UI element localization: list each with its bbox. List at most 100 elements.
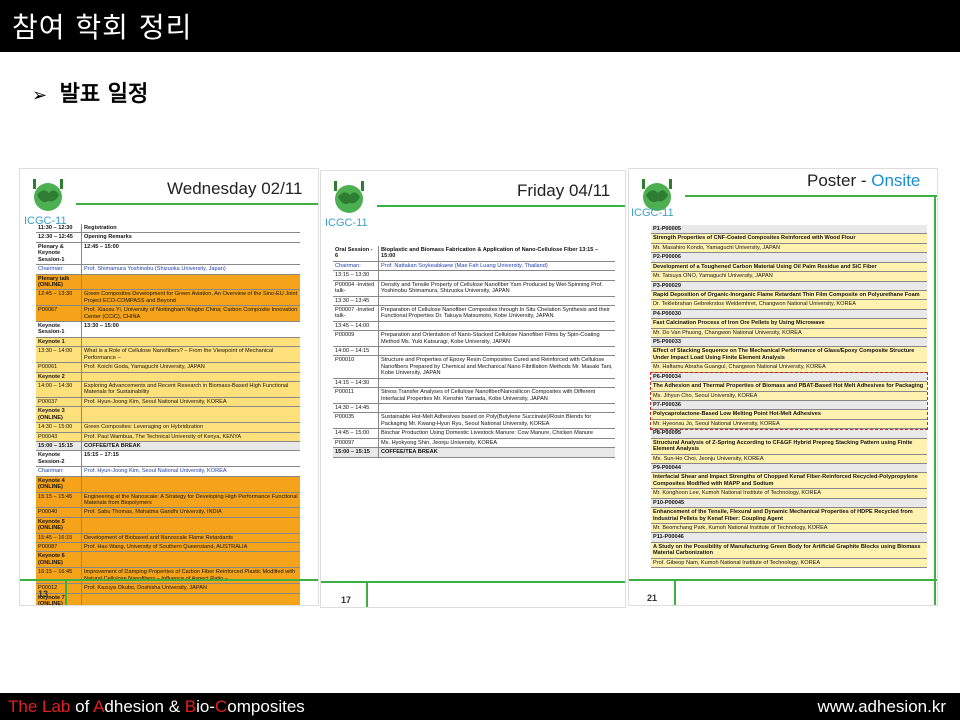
- schedule-row: 13:45 – 14:00: [333, 321, 615, 332]
- schedule-cell-time: Oral Session - 6: [333, 246, 379, 261]
- schedule-row: P00004 -Invited talk- Density and Tensile…: [333, 280, 615, 297]
- schedule-cell-time: P00011: [333, 388, 379, 404]
- schedule-row: Chairman: Prof. Hyun-Joong Kim, Seoul Nat…: [36, 467, 300, 477]
- schedule-row: P00009 Preparation and Orientation of Nan…: [333, 331, 615, 348]
- schedule-cell-content: 13:30 – 15:00: [84, 323, 119, 330]
- schedule-row: 14:15 – 14:30: [333, 378, 615, 389]
- schedule-panel-friday: ICGC-11 Friday 04/11 Oral Session - 6 Bio…: [320, 170, 626, 608]
- schedule-cell-time: Plenary talk (ONLINE): [36, 274, 82, 290]
- schedule-cell-content: [82, 373, 300, 381]
- poster-author: Prof. Gibeop Nam, Kumoh National Institu…: [651, 558, 927, 569]
- poster-id: P3-P00029: [651, 281, 927, 291]
- schedule-cell-content: Engineering at the Nanoscale: A Strategy…: [84, 493, 298, 506]
- schedule-cell-content: [82, 275, 300, 290]
- schedule-row: 16:15 – 16:45 Improvement of Damping Prop…: [36, 568, 300, 585]
- schedule-cell-content: Preparation and Orientation of Nano-Stac…: [381, 332, 600, 345]
- schedule-cell-time: Keynote 4 (ONLINE): [36, 476, 82, 492]
- schedule-cell-content: [379, 322, 615, 330]
- schedule-cell-content: Prof. Hyun-Joong Kim, Seoul National Uni…: [84, 398, 227, 405]
- schedule-cell-time: Keynote 6 (ONLINE): [36, 552, 82, 568]
- lab-name-part: omposites: [227, 697, 305, 716]
- schedule-cell-time: Keynote Session-1: [36, 322, 82, 337]
- schedule-row: Keynote Session-2 15:15 – 17:15: [36, 451, 300, 468]
- schedule-row: 15:00 – 15:15 COFFEE/TEA BREAK: [36, 441, 300, 452]
- schedule-cell-content: Structure and Properties of Epoxy Resin …: [381, 357, 613, 377]
- schedule-cell-time: Chairman:: [333, 261, 379, 271]
- section-heading-text: 발표 일정: [59, 82, 149, 107]
- schedule-row: 14:45 – 15:00 Biochar Production Using Do…: [333, 429, 615, 439]
- schedule-cell-time: Chairman:: [36, 467, 82, 476]
- schedule-cell-content: What is a Role of Cellulose Nanofibers? …: [84, 348, 274, 361]
- lab-name-part: of: [70, 697, 94, 716]
- poster-title: Enhancement of the Tensile, Flexural and…: [651, 508, 927, 524]
- schedule-cell-content: [82, 407, 300, 422]
- poster-id: P1-P00005: [651, 225, 927, 235]
- schedule-cell-time: Keynote Session-2: [36, 451, 82, 467]
- schedule-table: 11:30 – 12:30 Registration 12:30 – 12:45 Op…: [36, 224, 300, 605]
- slide-title: 참여 학회 정리: [12, 11, 193, 44]
- schedule-row: P00040 Prof. Sabu Thomas, Mahatma Gandhi …: [36, 508, 300, 518]
- schedule-cell-time: P00040: [36, 508, 82, 517]
- schedule-cell-time: 13:30 – 13:45: [333, 296, 379, 305]
- schedule-cell-time: 13:30 – 14:00: [36, 347, 82, 363]
- poster-title: Fast Calcination Process of Iron Ore Pel…: [651, 319, 927, 329]
- schedule-cell-time: 14:15 – 14:30: [333, 378, 379, 388]
- schedule-row: 11:30 – 12:30 Registration: [36, 224, 300, 234]
- schedule-cell-content: Prof. Shimamura Yoshinobu (Shizuoka Univ…: [84, 266, 226, 273]
- schedule-row: P00035 Sustainable Hot-Melt Adhesives bas…: [333, 413, 615, 430]
- panel-title: Friday 04/11: [517, 181, 611, 200]
- schedule-row: 12:45 – 13:30 Green Composites Developmen…: [36, 290, 300, 307]
- poster-author: Ms. Sun-Ho Choi, Jeonju University, KORE…: [651, 454, 927, 464]
- schedule-cell-content: 12:45 – 15:00: [84, 243, 119, 250]
- divider: [366, 583, 368, 607]
- schedule-row: 13:30 – 14:00 What is a Role of Cellulose…: [36, 347, 300, 364]
- panel-title: Poster - Onsite: [807, 171, 920, 191]
- schedule-cell-content: Prof. Hyun-Joong Kim, Seoul National Uni…: [84, 468, 227, 475]
- schedule-row: Keynote 5 (ONLINE): [36, 517, 300, 534]
- divider: [76, 203, 318, 205]
- schedule-cell-time: P00035: [333, 413, 379, 429]
- schedule-cell-content: 15:15 – 17:15: [84, 452, 119, 459]
- schedule-row: 15:45 – 16:15 Development of Biobased and…: [36, 533, 300, 544]
- schedule-cell-content: Stress Transfer Analyses of Cellulose Na…: [381, 389, 596, 402]
- section-heading: ➢ 발표 일정: [32, 76, 148, 108]
- schedule-row: Plenary talk (ONLINE): [36, 274, 300, 291]
- schedule-cell-time: 13:15 – 13:30: [333, 271, 379, 280]
- schedule-row: 15:00 – 15:15 COFFEE/TEA BREAK: [333, 448, 615, 458]
- schedule-row: Keynote 1: [36, 337, 300, 348]
- schedule-cell-time: 15:45 – 16:15: [36, 533, 82, 543]
- schedule-cell-content: COFFEE/TEA BREAK: [381, 449, 438, 456]
- schedule-cell-time: P00009: [333, 331, 379, 347]
- schedule-row: P00010 Structure and Properties of Epoxy …: [333, 356, 615, 379]
- schedule-cell-content: Development of Biobased and Nanoscale Fl…: [84, 534, 233, 541]
- schedule-cell-time: P00043: [36, 432, 82, 441]
- schedule-cell-time: P00067: [36, 306, 82, 322]
- lab-name: The Lab of Adhesion & Bio-Composites: [8, 697, 305, 717]
- schedule-cell-content: [379, 297, 615, 305]
- schedule-cell-content: Green Composites Development for Green A…: [84, 291, 298, 304]
- lab-name-part: A: [93, 697, 105, 716]
- arrow-bullet-icon: ➢: [32, 85, 48, 106]
- divider: [934, 195, 936, 605]
- schedule-cell-content: Green Composites: Leveraging on Hybridiz…: [84, 424, 204, 431]
- poster-title: Strength Properties of CNF-Coated Compos…: [651, 234, 927, 244]
- schedule-row: P00037 Prof. Hyun-Joong Kim, Seoul Nation…: [36, 397, 300, 408]
- poster-title: Structural Analysis of Z-Spring Accordin…: [651, 438, 927, 455]
- schedule-cell-time: 14:00 – 14:30: [36, 382, 82, 397]
- schedule-cell-time: Keynote 5 (ONLINE): [36, 517, 82, 533]
- divider: [65, 581, 67, 605]
- schedule-table: Oral Session - 6 Bioplastic and Biomass F…: [333, 246, 615, 458]
- schedule-cell-content: [379, 404, 615, 412]
- poster-author: Mr. Konghoon Lee, Kumoh National Institu…: [651, 489, 927, 499]
- schedule-cell-content: [379, 347, 615, 355]
- poster-id: P2-P00006: [651, 253, 927, 263]
- schedule-cell-content: Prof. Xiaosu Yi, University of Nottingha…: [84, 307, 298, 320]
- schedule-cell-content: [82, 518, 300, 533]
- page-number: 21: [647, 593, 658, 603]
- poster-id: P4-P00030: [651, 309, 927, 320]
- panel-title: Wednesday 02/11: [167, 179, 303, 198]
- schedule-cell-time: 11:30 – 12:30: [36, 224, 82, 233]
- schedule-cell-time: Plenary & Keynote Session-1: [36, 242, 82, 265]
- lab-url[interactable]: www.adhesion.kr: [817, 697, 946, 717]
- schedule-row: Chairman: Prof. Nattakan Soykeabkaew (Mae…: [333, 261, 615, 272]
